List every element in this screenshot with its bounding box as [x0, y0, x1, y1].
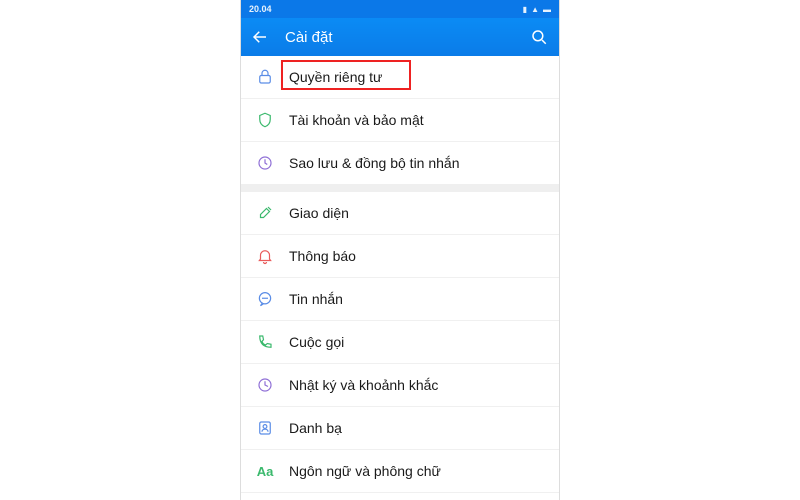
row-label: Quyền riêng tư [289, 69, 382, 85]
row-contacts[interactable]: Danh bạ [241, 407, 559, 450]
app-header: Cài đặt [241, 18, 559, 56]
shield-icon [255, 110, 275, 130]
row-label: Danh bạ [289, 420, 342, 436]
row-label: Nhật ký và khoảnh khắc [289, 377, 438, 393]
row-calls[interactable]: Cuộc gọi [241, 321, 559, 364]
row-notifications[interactable]: Thông báo [241, 235, 559, 278]
bell-icon [255, 246, 275, 266]
back-button[interactable] [251, 28, 269, 46]
clock-icon [255, 375, 275, 395]
lock-icon [255, 67, 275, 87]
row-label: Giao diện [289, 205, 349, 221]
row-backup-sync[interactable]: Sao lưu & đồng bộ tin nhắn [241, 142, 559, 184]
row-account-security[interactable]: Tài khoản và bảo mật [241, 99, 559, 142]
sync-icon [255, 153, 275, 173]
row-messages[interactable]: Tin nhắn [241, 278, 559, 321]
settings-section: Quyền riêng tư Tài khoản và bảo mật [241, 56, 559, 184]
search-button[interactable] [529, 27, 549, 47]
row-label: Cuộc gọi [289, 334, 344, 350]
status-time: 20.04 [249, 4, 272, 14]
row-interface[interactable]: Giao diện [241, 192, 559, 235]
row-label: Thông báo [289, 248, 356, 264]
phone-icon [255, 332, 275, 352]
row-diary[interactable]: Nhật ký và khoảnh khắc [241, 364, 559, 407]
status-icons: ▮ ▲ ▬ [523, 5, 551, 14]
phone-frame: 20.04 ▮ ▲ ▬ Cài đặt [240, 0, 560, 500]
row-label: Tài khoản và bảo mật [289, 112, 424, 128]
brush-icon [255, 203, 275, 223]
settings-section: Giao diện Thông báo [241, 192, 559, 500]
wifi-icon: ▲ [531, 5, 539, 14]
row-about[interactable]: Thông tin về Zalo [241, 493, 559, 500]
page-title: Cài đặt [285, 29, 513, 46]
font-icon: Aa [255, 461, 275, 481]
battery-icon: ▬ [543, 5, 551, 14]
message-icon [255, 289, 275, 309]
row-label: Sao lưu & đồng bộ tin nhắn [289, 155, 460, 171]
contacts-icon [255, 418, 275, 438]
signal-icon: ▮ [523, 5, 527, 14]
row-label: Tin nhắn [289, 291, 343, 307]
settings-list: Quyền riêng tư Tài khoản và bảo mật [241, 56, 559, 500]
row-language-font[interactable]: Aa Ngôn ngữ và phông chữ [241, 450, 559, 493]
status-bar: 20.04 ▮ ▲ ▬ [241, 0, 559, 18]
row-label: Ngôn ngữ và phông chữ [289, 463, 441, 479]
row-privacy[interactable]: Quyền riêng tư [241, 56, 559, 99]
